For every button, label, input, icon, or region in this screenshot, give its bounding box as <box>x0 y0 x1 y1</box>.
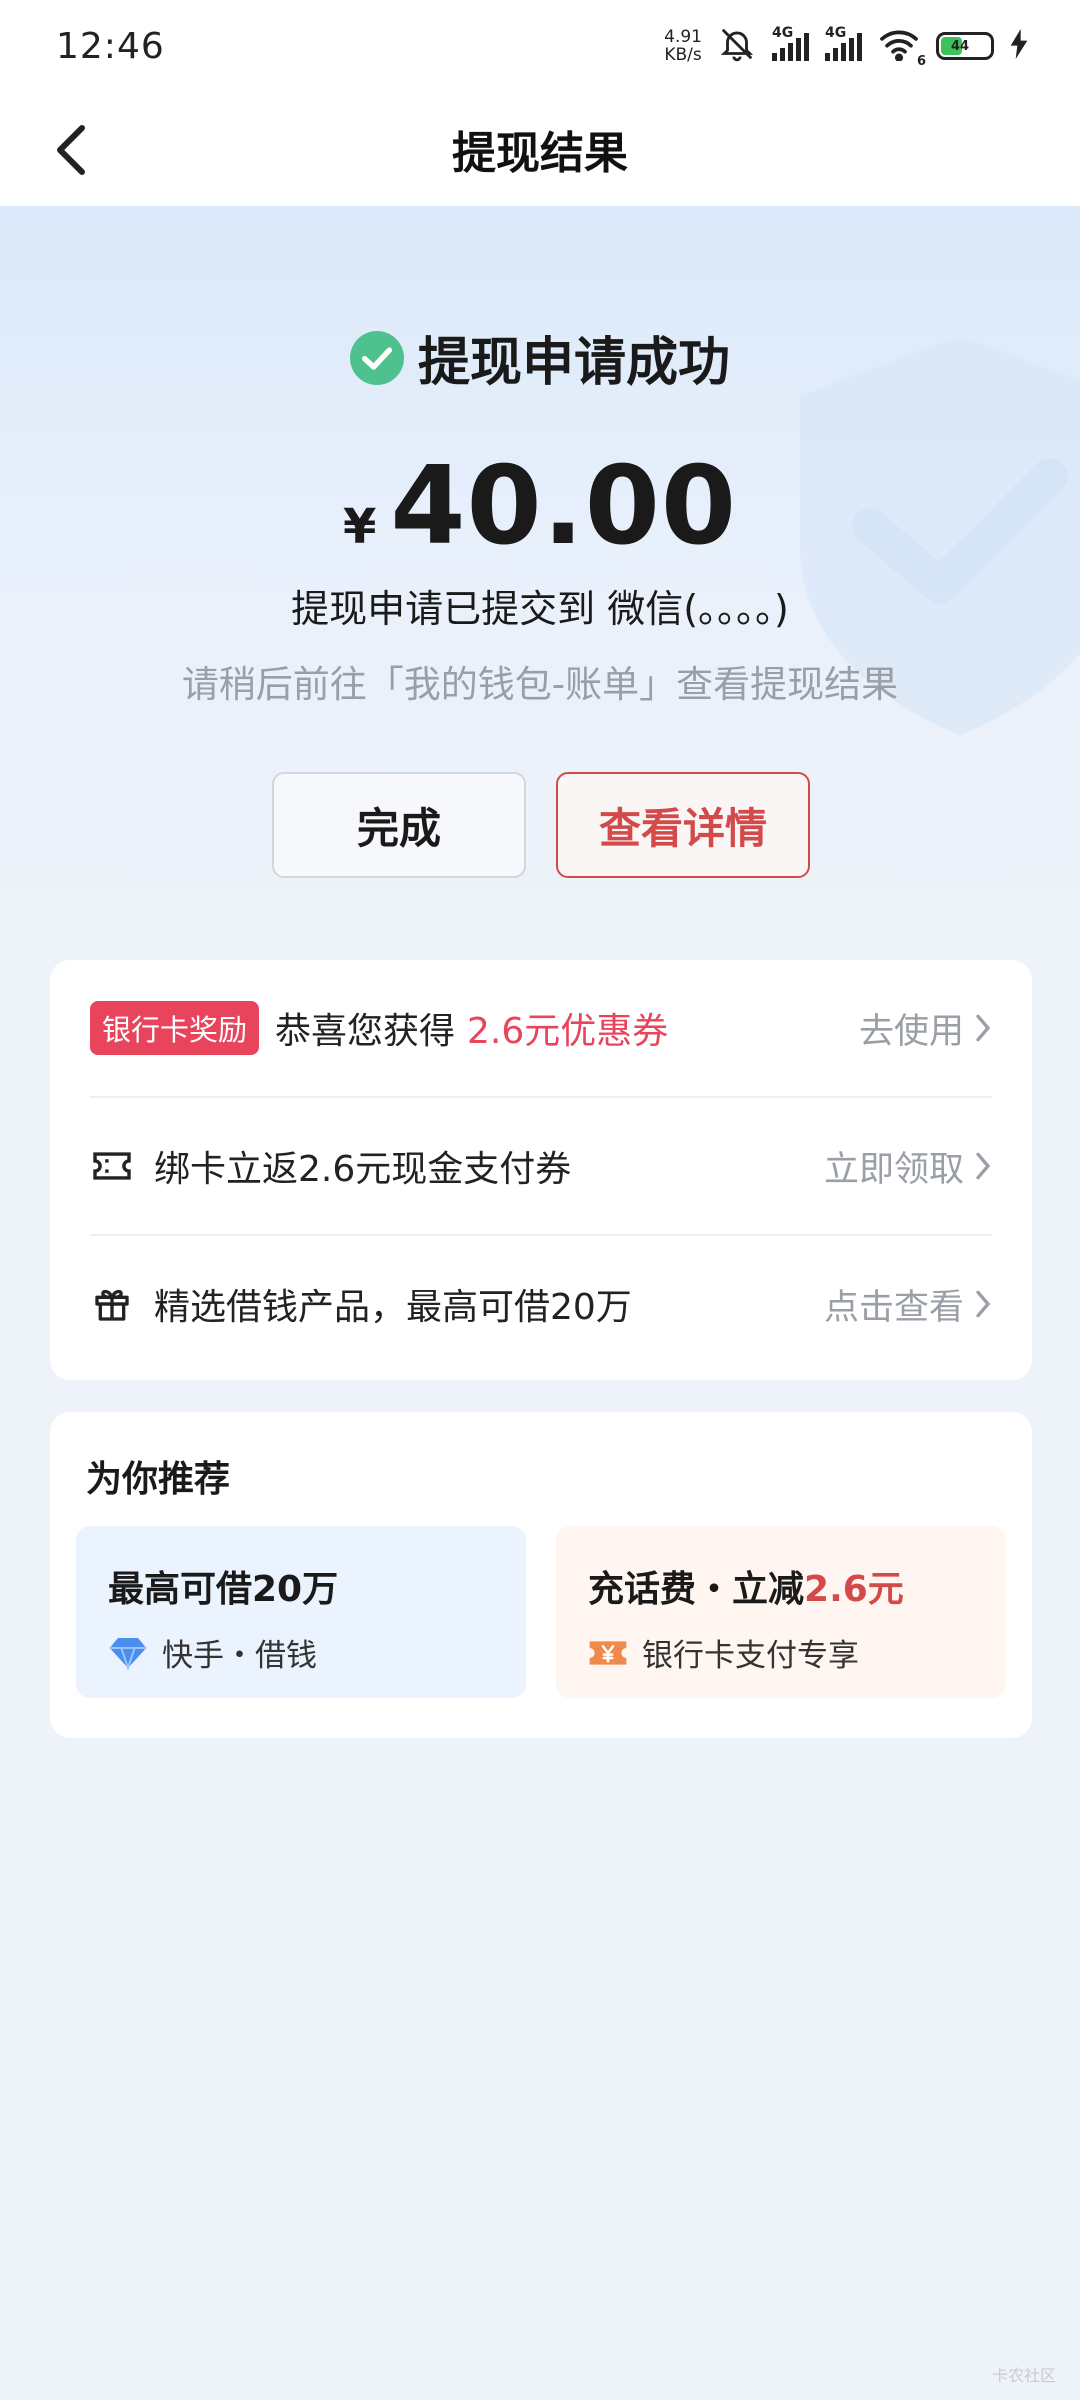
wifi-icon: 6 <box>878 27 926 69</box>
back-button[interactable] <box>44 122 100 178</box>
signal-1-label: 4G <box>772 25 794 41</box>
cash-ticket-text: 绑卡立返2.6元现金支付券 <box>154 1149 572 1190</box>
recommend-tile-phone-topup[interactable]: 充话费・立减2.6元 银行卡支付专享 <box>556 1526 1006 1698</box>
success-title: 提现申请成功 <box>417 333 730 393</box>
reward-highlight: 2.6元优惠券 <box>467 1011 669 1052</box>
hint-text: 请稍后前往「我的钱包-账单」查看提现结果 <box>181 663 899 706</box>
network-speed-value: 4.91 <box>664 27 702 47</box>
chevron-right-icon <box>976 1152 991 1180</box>
nav-bar: 提现结果 <box>0 92 1080 206</box>
result-hero: 提现申请成功 ¥ 40.00 提现申请已提交到 微信(。。。。) 请稍后前往「我… <box>0 206 1080 946</box>
loan-text: 精选借钱产品，最高可借20万 <box>154 1287 632 1328</box>
amount-row: ¥ 40.00 <box>0 444 1080 569</box>
status-bar: 12:46 4.91 KB/s 4G 4G 6 44 <box>0 0 1080 92</box>
chevron-right-icon <box>976 1014 991 1042</box>
claim-now-link[interactable]: 立即领取 <box>824 1141 992 1192</box>
check-circle-icon <box>349 330 404 385</box>
use-coupon-link[interactable]: 去使用 <box>859 1003 992 1054</box>
rewards-card: 银行卡奖励 恭喜您获得 2.6元优惠券 去使用 绑卡立返2.6元现金支付券 立即… <box>50 960 1032 1380</box>
tile-title: 最高可借20万 <box>108 1569 339 1610</box>
signal-2-icon: 4G <box>825 25 862 61</box>
submitted-text: 提现申请已提交到 微信(。。。。) <box>291 587 789 631</box>
tile-subtitle: 快手・借钱 <box>108 1630 526 1675</box>
chevron-right-icon <box>976 1290 991 1318</box>
network-speed-unit: KB/s <box>664 45 702 65</box>
page-title: 提现结果 <box>452 128 628 179</box>
bell-muted-icon <box>718 25 756 67</box>
view-loan-link[interactable]: 点击查看 <box>824 1279 992 1330</box>
gift-icon <box>90 1282 134 1326</box>
diamond-icon <box>109 1637 147 1670</box>
reward-row-coupon[interactable]: 银行卡奖励 恭喜您获得 2.6元优惠券 去使用 <box>90 960 992 1096</box>
tile-title-prefix: 充话费・立减 <box>588 1569 805 1610</box>
watermark-text: 卡农社区 <box>991 2366 1056 2385</box>
ticket-icon <box>90 1144 134 1188</box>
reward-row-cash-ticket[interactable]: 绑卡立返2.6元现金支付券 立即领取 <box>90 1098 992 1234</box>
battery-level-text: 44 <box>951 38 970 54</box>
tile-subtitle-text: 银行卡支付专享 <box>642 1638 859 1674</box>
yuan-ticket-icon <box>589 1640 627 1665</box>
charging-icon <box>1010 29 1028 63</box>
done-button[interactable]: 完成 <box>272 772 526 878</box>
recommend-tile-loan[interactable]: 最高可借20万 快手・借钱 <box>76 1526 526 1698</box>
success-row: 提现申请成功 <box>0 320 1080 395</box>
reward-row-loan[interactable]: 精选借钱产品，最高可借20万 点击查看 <box>90 1236 992 1372</box>
battery-icon: 44 <box>936 32 994 60</box>
view-loan-label: 点击查看 <box>823 1287 964 1328</box>
signal-2-label: 4G <box>825 25 847 41</box>
bank-card-reward-badge: 银行卡奖励 <box>90 1001 260 1055</box>
signal-1-icon: 4G <box>772 25 809 61</box>
view-details-button[interactable]: 查看详情 <box>556 772 810 878</box>
battery-fill: 44 <box>941 37 969 55</box>
chevron-left-icon <box>57 125 85 175</box>
use-coupon-label: 去使用 <box>858 1011 964 1052</box>
recommend-card: 为你推荐 最高可借20万 快手・借钱 充话费・立减2.6元 银行卡支付专享 <box>50 1412 1032 1738</box>
withdraw-amount: 40.00 <box>390 444 738 569</box>
tile-subtitle-text: 快手・借钱 <box>162 1638 317 1674</box>
tile-title-highlight: 2.6元 <box>804 1569 904 1610</box>
tile-subtitle: 银行卡支付专享 <box>588 1630 1006 1675</box>
status-time: 12:46 <box>56 25 165 67</box>
tile-title: 充话费・立减2.6元 <box>588 1560 1006 1612</box>
claim-now-label: 立即领取 <box>823 1149 964 1190</box>
network-speed: 4.91 KB/s <box>664 28 702 64</box>
reward-text: 恭喜您获得 <box>275 1011 456 1052</box>
recommend-title: 为你推荐 <box>86 1459 231 1500</box>
currency-symbol: ¥ <box>342 499 377 555</box>
wifi-label: 6 <box>916 54 926 69</box>
status-icons: 4.91 KB/s 4G 4G 6 44 <box>664 25 1028 69</box>
